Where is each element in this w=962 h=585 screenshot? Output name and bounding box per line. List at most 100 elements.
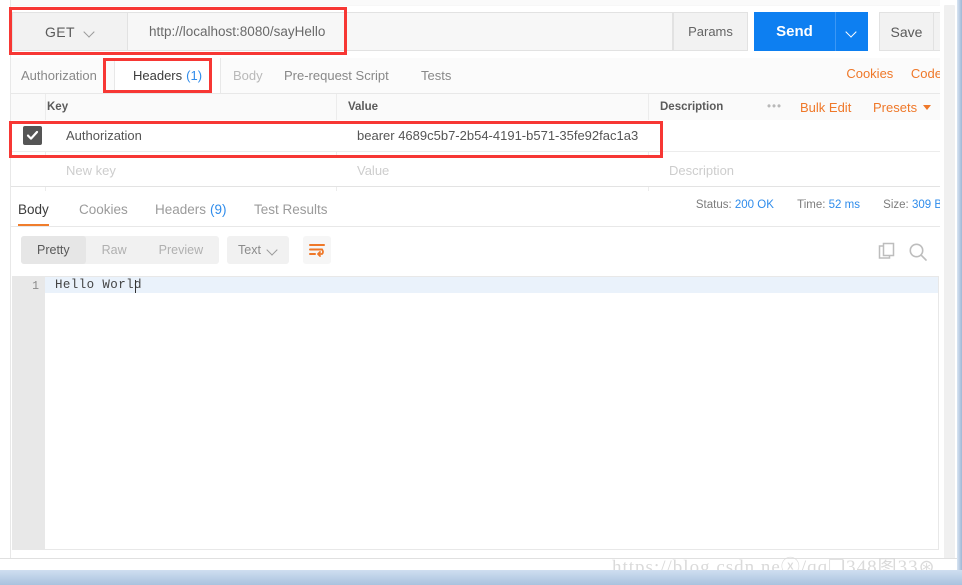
save-button[interactable]: Save — [879, 12, 934, 51]
copy-icon — [878, 242, 895, 259]
request-tabs: Authorization Headers (1) Body Pre-reque… — [11, 58, 940, 94]
chevron-down-icon — [923, 104, 932, 110]
view-mode-pretty[interactable]: Pretty — [21, 236, 86, 264]
params-button[interactable]: Params — [673, 12, 748, 51]
header-description-input[interactable] — [659, 120, 669, 151]
tab-body[interactable]: Body — [233, 58, 263, 93]
line-number: 1 — [32, 280, 39, 293]
tab-label: Headers — [133, 68, 183, 83]
tab-count: (1) — [186, 68, 203, 83]
vertical-scrollbar-thumb[interactable] — [944, 5, 955, 560]
header-key-value: Authorization — [66, 128, 142, 143]
view-mode-label: Raw — [101, 243, 127, 257]
status-label: Status: — [695, 199, 732, 211]
column-header-value: Value — [348, 101, 379, 113]
tab-pre-request-script[interactable]: Pre-request Script — [284, 58, 389, 93]
url-text: http://localhost:8080/sayHello — [149, 24, 326, 39]
time-value: 52 ms — [828, 199, 860, 211]
response-format-label: Text — [238, 243, 261, 257]
copy-button[interactable] — [878, 242, 898, 265]
header-key-input[interactable]: Authorization — [56, 120, 142, 151]
code-link[interactable]: Code — [911, 66, 942, 81]
response-tab-headers[interactable]: Headers (9) — [155, 193, 227, 226]
window-top-strip-inner — [10, 0, 940, 5]
column-header-key: Key — [47, 101, 69, 113]
tab-label: Pre-request Script — [284, 68, 389, 83]
desktop-taskbar-strip — [0, 570, 962, 585]
tab-label: Authorization — [21, 68, 97, 83]
column-header-description: Description — [660, 101, 724, 113]
tab-count: (9) — [210, 202, 227, 217]
view-mode-preview[interactable]: Preview — [143, 236, 219, 264]
chevron-down-icon — [85, 27, 95, 37]
params-label: Params — [688, 24, 733, 39]
response-meta: Status: 200 OK Time: 52 ms Size: 309 B — [696, 199, 942, 211]
view-mode-label: Preview — [158, 243, 204, 257]
new-value-input[interactable]: Value — [347, 155, 389, 186]
new-key-input[interactable]: New key — [56, 155, 116, 186]
tab-headers[interactable]: Headers (1) — [114, 58, 222, 93]
table-row[interactable]: Authorization bearer 4689c5b7-2b54-4191-… — [11, 120, 940, 152]
cookies-link[interactable]: Cookies — [846, 66, 893, 81]
response-tab-body[interactable]: Body — [18, 193, 49, 226]
tab-tests[interactable]: Tests — [421, 58, 451, 93]
send-button[interactable]: Send — [754, 12, 835, 51]
presets-button[interactable]: Presets — [873, 94, 932, 120]
response-body-text: Hello World — [55, 278, 142, 292]
http-method-selector[interactable]: GET — [12, 12, 128, 51]
check-icon — [26, 130, 39, 140]
send-options-button[interactable] — [835, 12, 868, 51]
header-value-input[interactable]: bearer 4689c5b7-2b54-4191-b571-35fe92fac… — [347, 120, 638, 151]
line-number-gutter: 1 — [13, 277, 45, 549]
header-value-text: bearer 4689c5b7-2b54-4191-b571-35fe92fac… — [357, 128, 639, 143]
view-mode-raw[interactable]: Raw — [86, 236, 143, 264]
tab-label: Tests — [421, 68, 452, 83]
postman-window: GET http://localhost:8080/sayHello Param… — [0, 0, 962, 585]
size-value: 309 B — [911, 199, 942, 211]
response-tab-test-results[interactable]: Test Results — [254, 193, 328, 226]
response-body-editor[interactable]: 1 Hello World — [12, 276, 939, 550]
http-method-label: GET — [45, 23, 75, 40]
tab-label: Cookies — [79, 202, 128, 217]
time-label: Time: — [797, 199, 826, 211]
table-bottom-divider — [11, 186, 940, 187]
view-mode-segmented-control: Pretty Raw Preview — [21, 236, 220, 264]
response-view-toolbar: Pretty Raw Preview Text — [11, 227, 940, 272]
wrap-text-button[interactable] — [303, 236, 331, 264]
save-label: Save — [890, 23, 923, 40]
chevron-down-icon — [268, 245, 278, 255]
bulk-edit-button[interactable]: Bulk Edit — [800, 94, 851, 120]
response-tab-cookies[interactable]: Cookies — [79, 193, 128, 226]
request-bar: GET http://localhost:8080/sayHello Param… — [12, 12, 962, 51]
search-button[interactable] — [908, 242, 928, 265]
url-input[interactable]: http://localhost:8080/sayHello — [128, 12, 673, 51]
window-left-edge — [0, 0, 11, 570]
view-mode-label: Pretty — [37, 243, 70, 257]
search-icon — [909, 243, 927, 261]
more-options-icon[interactable]: ••• — [767, 94, 782, 120]
vertical-scrollbar-track[interactable] — [940, 0, 958, 570]
window-right-edge — [957, 0, 962, 570]
chevron-down-icon — [847, 27, 857, 37]
new-key-placeholder: New key — [66, 163, 116, 178]
tab-label: Test Results — [254, 202, 328, 217]
text-caret — [135, 280, 136, 293]
status-value: 200 OK — [734, 199, 774, 211]
active-line-highlight — [45, 277, 938, 293]
request-right-links: Cookies Code — [832, 66, 942, 81]
new-description-input[interactable]: Description — [659, 155, 734, 186]
size-label: Size: — [883, 199, 909, 211]
row-checkbox[interactable] — [23, 126, 42, 145]
headers-table-header: Key Value Description ••• Bulk Edit Pres… — [11, 94, 940, 121]
tab-label: Body — [233, 68, 263, 83]
new-description-placeholder: Description — [669, 163, 735, 178]
response-format-selector[interactable]: Text — [227, 236, 289, 264]
active-tab-underline — [18, 224, 49, 226]
presets-label: Presets — [873, 99, 918, 115]
new-value-placeholder: Value — [357, 163, 390, 178]
table-row-new[interactable]: New key Value Description — [11, 155, 940, 187]
send-label: Send — [776, 23, 813, 40]
wrap-text-icon — [308, 243, 325, 257]
tab-label: Body — [18, 202, 49, 217]
tab-authorization[interactable]: Authorization — [21, 58, 97, 93]
